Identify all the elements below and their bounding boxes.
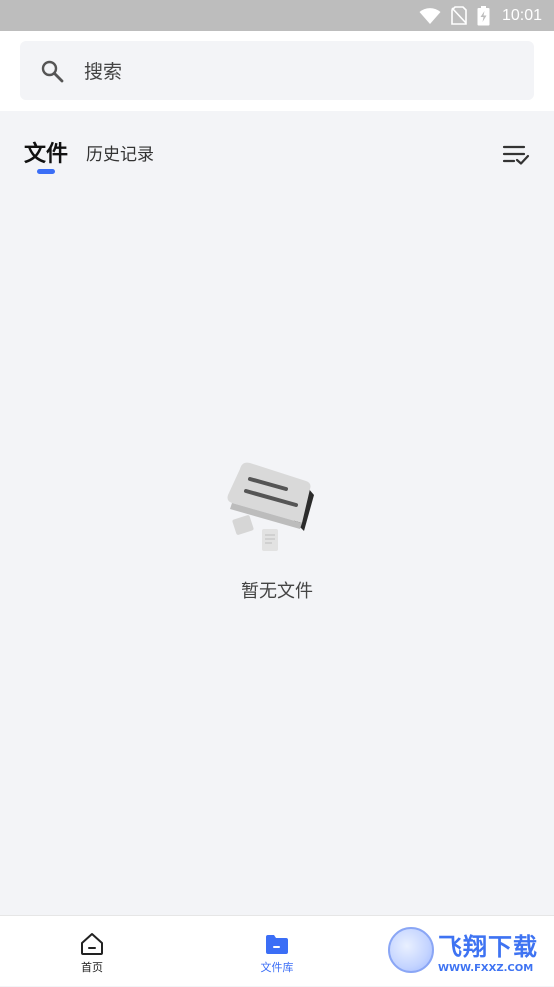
watermark-url: WWW.FXXZ.COM — [438, 962, 534, 974]
folder-icon — [266, 935, 288, 954]
search-icon — [41, 60, 64, 82]
tab-bar: 文件 历史记录 — [0, 111, 554, 186]
sort-check-icon[interactable] — [502, 142, 530, 166]
search-placeholder: 搜索 — [84, 61, 123, 83]
wifi-icon — [419, 7, 441, 24]
status-bar: 10:01 — [0, 0, 554, 31]
search-input[interactable]: 搜索 — [20, 41, 534, 100]
status-time: 10:01 — [501, 6, 542, 24]
no-sim-icon — [451, 6, 467, 25]
empty-folder-illustration — [227, 462, 314, 551]
nav-home-label: 首页 — [81, 961, 103, 974]
battery-charging-icon — [477, 5, 490, 25]
tab-files[interactable]: 文件 — [24, 136, 68, 168]
tab-history[interactable]: 历史记录 — [86, 140, 154, 165]
nav-home[interactable]: 首页 — [32, 916, 152, 987]
tab-active-indicator — [37, 169, 55, 174]
search-area: 搜索 — [0, 31, 554, 111]
empty-state: 暂无文件 — [0, 455, 554, 615]
home-icon — [81, 933, 103, 955]
watermark-logo: 飞翔下载 WWW.FXXZ.COM — [388, 926, 544, 974]
watermark-name: 飞翔下载 — [438, 932, 538, 961]
watermark-emblem — [388, 927, 434, 973]
nav-file-library-label: 文件库 — [260, 961, 294, 974]
empty-message: 暂无文件 — [241, 581, 313, 602]
nav-file-library[interactable]: 文件库 — [217, 916, 337, 987]
